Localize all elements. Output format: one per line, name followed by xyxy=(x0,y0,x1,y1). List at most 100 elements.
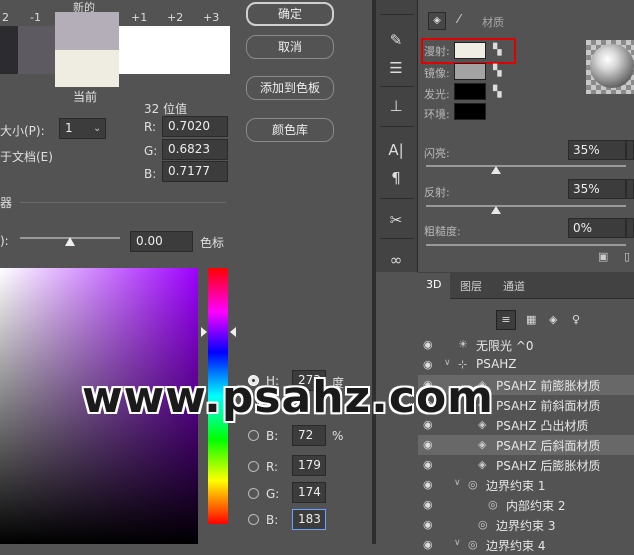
roughness-field[interactable]: 0% xyxy=(568,218,626,238)
current-color-label: 当前 xyxy=(73,90,98,104)
specular-swatch[interactable] xyxy=(454,63,486,80)
material-filter-icon[interactable]: ◈ xyxy=(549,313,557,326)
trash-icon[interactable]: ▯ xyxy=(624,250,630,263)
paragraph-icon[interactable]: ¶ xyxy=(382,166,410,190)
scene-row[interactable]: ◉ ∨ ◎ 边界约束 1 xyxy=(418,475,634,495)
tab-3d[interactable]: 3D xyxy=(426,278,441,291)
sliders-icon[interactable]: ☰ xyxy=(382,56,410,80)
b-field[interactable]: 72 xyxy=(292,425,326,446)
scene-row[interactable]: ◉ ◈ PSAHZ 后膨胀材质 xyxy=(418,455,634,475)
tab-channels[interactable]: 通道 xyxy=(503,278,525,294)
specular-label: 镜像: xyxy=(424,67,450,80)
b-label: B: xyxy=(266,429,279,443)
scene-row-label: 内部约束 2 xyxy=(506,499,566,513)
chevron-down-icon[interactable]: ∨ xyxy=(454,538,461,548)
eye-icon[interactable]: ◉ xyxy=(423,498,433,511)
scene-filter-icon[interactable]: ≡ xyxy=(496,310,516,330)
float-b-field[interactable]: 0.7177 xyxy=(162,161,228,182)
brush-icon[interactable]: ✎ xyxy=(382,28,410,52)
scene-row[interactable]: ◉ ☀ 无限光 ^0 xyxy=(418,335,634,355)
g-field[interactable]: 174 xyxy=(292,482,326,503)
reflection-folder[interactable] xyxy=(626,179,634,199)
paint-icon[interactable]: ⁄ xyxy=(458,12,460,26)
exposure-knob[interactable] xyxy=(65,237,75,246)
scene-row-label: PSAHZ 前膨胀材质 xyxy=(496,379,601,393)
current-color-swatch[interactable] xyxy=(55,50,119,87)
float-b-label: B: xyxy=(144,167,157,181)
r-radio[interactable] xyxy=(248,461,259,472)
material-filter-icon[interactable]: ◈ xyxy=(428,12,446,30)
illumination-swatch[interactable] xyxy=(454,83,486,100)
float-r-field[interactable]: 0.7020 xyxy=(162,116,228,137)
swatch-light[interactable] xyxy=(119,26,230,74)
swatch-dark-1[interactable] xyxy=(0,26,18,74)
scene-row-label: PSAHZ 凸出材质 xyxy=(496,419,589,433)
rgb-b-field[interactable]: 183 xyxy=(292,509,326,530)
mesh-filter-icon[interactable]: ▦ xyxy=(526,313,536,326)
eye-icon[interactable]: ◉ xyxy=(423,478,433,491)
chevron-down-icon[interactable]: ∨ xyxy=(454,478,461,488)
roughness-label: 粗糙度: xyxy=(424,225,461,238)
size-dropdown[interactable]: 1 ⌄ xyxy=(59,118,106,139)
material-preview[interactable] xyxy=(586,40,634,94)
shine-folder[interactable] xyxy=(626,140,634,160)
float-g-label: G: xyxy=(144,144,158,158)
swatch-dark-2[interactable] xyxy=(18,26,55,74)
scene-row-label: PSAHZ 后膨胀材质 xyxy=(496,459,601,473)
float-g-field[interactable]: 0.6823 xyxy=(162,139,228,160)
g-label: G: xyxy=(266,487,280,501)
material-tab[interactable]: 材质 xyxy=(482,14,504,30)
add-to-swatches-button[interactable]: 添加到色板 xyxy=(246,76,334,100)
chevron-down-icon[interactable]: ∨ xyxy=(444,358,451,368)
tool-separator xyxy=(380,86,414,87)
roughness-folder[interactable] xyxy=(626,218,634,238)
scene-row[interactable]: ◉ ∨ ◎ 边界约束 4 xyxy=(418,535,634,555)
rgb-b-label: B: xyxy=(266,513,279,527)
hue-arrow-right[interactable] xyxy=(230,327,236,337)
size-value: 1 xyxy=(65,121,73,135)
ok-button[interactable]: 确定 xyxy=(246,2,334,26)
eye-icon[interactable]: ◉ xyxy=(423,518,433,531)
scene-row[interactable]: ◉ ◎ 边界约束 3 xyxy=(418,515,634,535)
creative-cloud-icon[interactable]: ∞ xyxy=(382,248,410,272)
stamp-icon[interactable]: ⊥ xyxy=(382,94,410,118)
folder-icon[interactable]: ▚ xyxy=(493,64,501,77)
eye-icon[interactable]: ◉ xyxy=(423,538,433,551)
scene-row-label: 无限光 ^0 xyxy=(476,339,534,353)
color-libraries-button[interactable]: 颜色库 xyxy=(246,118,334,142)
reflection-track[interactable] xyxy=(426,205,626,207)
character-icon[interactable]: A| xyxy=(382,138,410,162)
roughness-track[interactable] xyxy=(426,244,626,246)
reflection-knob[interactable] xyxy=(491,206,501,214)
material-icon: ◈ xyxy=(478,458,487,471)
g-radio[interactable] xyxy=(248,488,259,499)
shine-field[interactable]: 35% xyxy=(568,140,626,160)
b-radio[interactable] xyxy=(248,430,259,441)
light-filter-icon[interactable]: ♀ xyxy=(572,313,580,326)
scene-row[interactable]: ◉ ◈ PSAHZ 后斜面材质 xyxy=(418,435,634,455)
eye-icon[interactable]: ◉ xyxy=(423,438,433,451)
eye-icon[interactable]: ◉ xyxy=(423,458,433,471)
ambient-swatch[interactable] xyxy=(454,103,486,120)
render-icon[interactable]: ▣ xyxy=(598,250,608,263)
float-r-label: R: xyxy=(144,120,157,134)
eye-icon[interactable]: ◉ xyxy=(423,358,433,371)
shine-knob[interactable] xyxy=(491,166,501,174)
scene-row-label: 边界约束 4 xyxy=(486,539,546,553)
rgb-b-radio[interactable] xyxy=(248,514,259,525)
constraint-icon: ◎ xyxy=(478,518,488,531)
scene-row[interactable]: ◉ ◎ 内部约束 2 xyxy=(418,495,634,515)
hue-arrow-left[interactable] xyxy=(201,327,207,337)
tab-layers[interactable]: 图层 xyxy=(460,278,482,294)
r-field[interactable]: 179 xyxy=(292,455,326,476)
shine-track[interactable] xyxy=(426,165,626,167)
tools-icon[interactable]: ✂ xyxy=(382,208,410,232)
ambient-label: 环境: xyxy=(424,108,450,121)
reflection-field[interactable]: 35% xyxy=(568,179,626,199)
exposure-field[interactable]: 0.00 xyxy=(130,231,193,252)
highlight-box xyxy=(421,38,516,64)
constraint-icon: ◎ xyxy=(468,538,478,551)
eye-icon[interactable]: ◉ xyxy=(423,338,433,351)
cancel-button[interactable]: 取消 xyxy=(246,35,334,59)
folder-icon[interactable]: ▚ xyxy=(493,85,501,98)
